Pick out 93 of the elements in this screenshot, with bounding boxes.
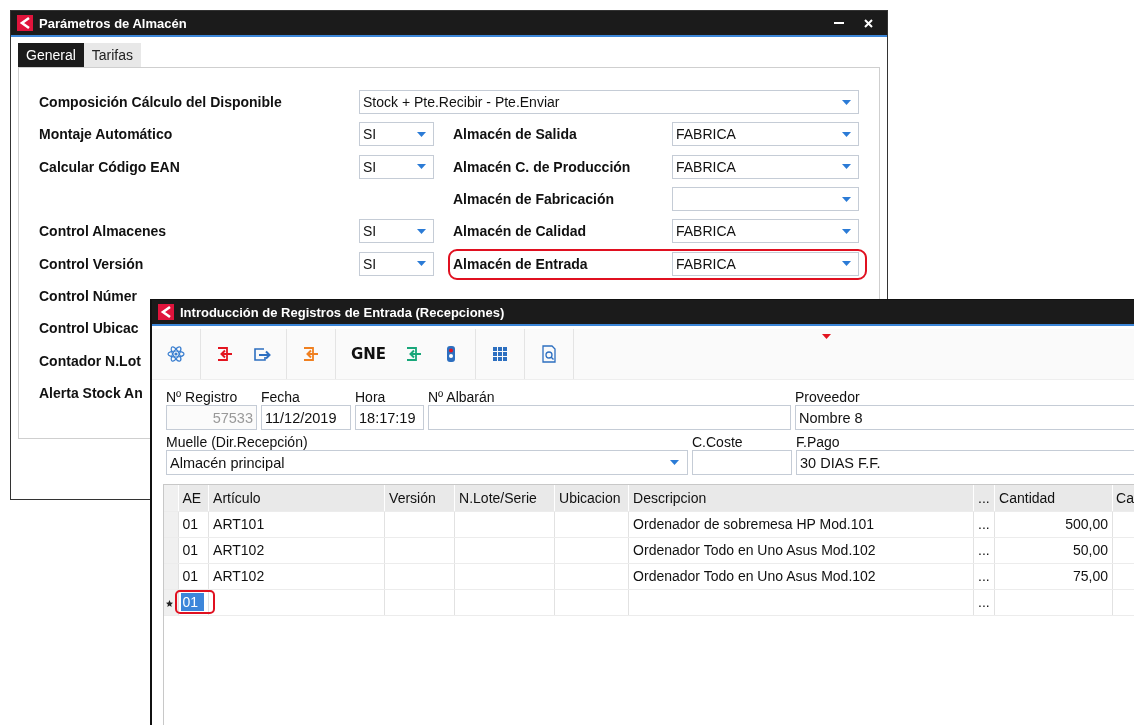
table-cell: 500,00 bbox=[1065, 516, 1109, 532]
table-cell[interactable]: 01 bbox=[180, 593, 205, 611]
field-label: Calcular Código EAN bbox=[39, 158, 181, 175]
dropdown-field[interactable]: FABRICA bbox=[672, 251, 859, 276]
caret-icon bbox=[842, 261, 851, 267]
caret-icon bbox=[670, 460, 679, 465]
field-label: Fecha bbox=[261, 389, 301, 405]
minimize-icon[interactable] bbox=[834, 21, 844, 25]
caret-icon bbox=[842, 228, 851, 234]
field-label: F.Pago bbox=[796, 434, 841, 450]
field-label: Control Númer bbox=[39, 287, 137, 304]
input-field[interactable] bbox=[428, 405, 791, 430]
caret-icon bbox=[842, 164, 851, 170]
table-cell[interactable]: 01 bbox=[182, 516, 199, 532]
toolbar-button[interactable]: GNE bbox=[351, 345, 387, 363]
column-header[interactable]: Ubicacion bbox=[554, 485, 629, 511]
table-cell: ART102 bbox=[213, 542, 265, 558]
table-cell: ... bbox=[978, 542, 990, 558]
caret-icon bbox=[842, 99, 851, 105]
caret-icon bbox=[417, 131, 426, 137]
field-label: Alerta Stock An bbox=[39, 384, 143, 401]
field-label: C.Coste bbox=[692, 434, 744, 450]
caret-icon bbox=[417, 228, 426, 234]
field-label: Control Versión bbox=[39, 255, 145, 272]
input-field[interactable]: 18:17:19 bbox=[355, 405, 424, 430]
caret-icon bbox=[842, 196, 851, 202]
column-header[interactable]: Descripcion bbox=[628, 485, 974, 511]
dropdown-field[interactable]: FABRICA bbox=[672, 219, 859, 244]
table-cell: ... bbox=[978, 568, 990, 584]
table-cell: Ordenador Todo en Uno Asus Mod.102 bbox=[633, 542, 876, 558]
dropdown-field[interactable]: SI bbox=[359, 122, 434, 147]
window-title: Parámetros de Almacén bbox=[39, 15, 187, 31]
app-logo-icon bbox=[158, 304, 174, 320]
caret-icon bbox=[842, 131, 851, 137]
dropdown-field[interactable]: SI bbox=[359, 251, 434, 276]
tab[interactable]: General bbox=[18, 43, 84, 67]
close-icon[interactable] bbox=[864, 18, 873, 28]
dropdown-field[interactable]: Almacén principal bbox=[166, 450, 688, 475]
field-label: Nº Registro bbox=[166, 389, 239, 405]
dropdown-field[interactable] bbox=[672, 187, 859, 212]
table-cell[interactable]: 01 bbox=[182, 542, 199, 558]
table-cell: 75,00 bbox=[1073, 568, 1109, 584]
dropdown-field[interactable]: FABRICA bbox=[672, 154, 859, 179]
input-field[interactable]: Nombre 8 bbox=[795, 405, 1134, 430]
table-cell: Ordenador Todo en Uno Asus Mod.102 bbox=[633, 568, 876, 584]
caret-icon bbox=[417, 261, 426, 267]
table-cell: Ordenador de sobremesa HP Mod.101 bbox=[633, 516, 875, 532]
atom-icon[interactable] bbox=[167, 345, 185, 363]
table-cell: ART101 bbox=[213, 516, 265, 532]
field-label: Control Ubicac bbox=[39, 320, 139, 337]
table-cell[interactable]: 01 bbox=[182, 568, 199, 584]
arrow-in-box-icon[interactable] bbox=[302, 345, 320, 363]
arrow-in-box-icon[interactable] bbox=[405, 345, 424, 363]
app-logo-icon bbox=[17, 15, 33, 31]
field-label: Composición Cálculo del Disponible bbox=[39, 94, 283, 111]
field-label: Almacén de Salida bbox=[453, 126, 578, 143]
document-search-icon[interactable] bbox=[540, 345, 559, 363]
column-header[interactable]: N.Lote/Serie bbox=[454, 485, 555, 511]
field-label: Almacén de Entrada bbox=[453, 255, 589, 272]
triangle-marker-icon bbox=[822, 334, 831, 339]
field-label: Nº Albarán bbox=[428, 389, 496, 405]
input-field[interactable] bbox=[692, 450, 792, 475]
field-label: Almacén de Fabricación bbox=[453, 191, 616, 208]
dropdown-field[interactable]: SI bbox=[359, 154, 434, 179]
dropdown-field[interactable]: Stock + Pte.Recibir - Pte.Enviar bbox=[359, 90, 859, 115]
field-label: Contador N.Lot bbox=[39, 352, 141, 369]
table-cell: ART102 bbox=[213, 568, 265, 584]
field-label: Hora bbox=[355, 389, 387, 405]
arrow-out-box-icon[interactable] bbox=[253, 345, 271, 363]
grid-icon[interactable] bbox=[491, 345, 510, 363]
dropdown-field[interactable]: SI bbox=[359, 219, 434, 244]
column-header[interactable]: Artículo bbox=[208, 485, 385, 511]
tab[interactable]: Tarifas bbox=[83, 43, 142, 67]
table-cell: ... bbox=[978, 594, 990, 610]
column-header[interactable]: AE bbox=[178, 485, 209, 511]
column-header[interactable]: Versión bbox=[384, 485, 455, 511]
input-field[interactable]: 30 DIAS F.F. bbox=[796, 450, 1134, 475]
field-label: Almacén de Calidad bbox=[453, 223, 588, 240]
field-label: Proveedor bbox=[795, 389, 861, 405]
window-title: Introducción de Registros de Entrada (Recepciones) bbox=[180, 304, 505, 320]
column-header[interactable]: Cantidad bbox=[994, 485, 1113, 511]
field-label: Control Almacenes bbox=[39, 223, 168, 240]
column-header[interactable]: ... bbox=[973, 485, 995, 511]
arrow-in-box-icon[interactable] bbox=[216, 345, 234, 363]
column-header[interactable]: Ca bbox=[1112, 485, 1134, 511]
caret-icon bbox=[417, 164, 426, 170]
field-label: Almacén C. de Producción bbox=[453, 158, 632, 175]
table-cell: ... bbox=[978, 516, 990, 532]
dropdown-field[interactable]: FABRICA bbox=[672, 122, 859, 147]
input-field[interactable]: 11/12/2019 bbox=[261, 405, 351, 430]
field-label: Muelle (Dir.Recepción) bbox=[166, 434, 309, 450]
table-cell: 50,00 bbox=[1073, 542, 1109, 558]
field-label: Montaje Automático bbox=[39, 126, 174, 143]
